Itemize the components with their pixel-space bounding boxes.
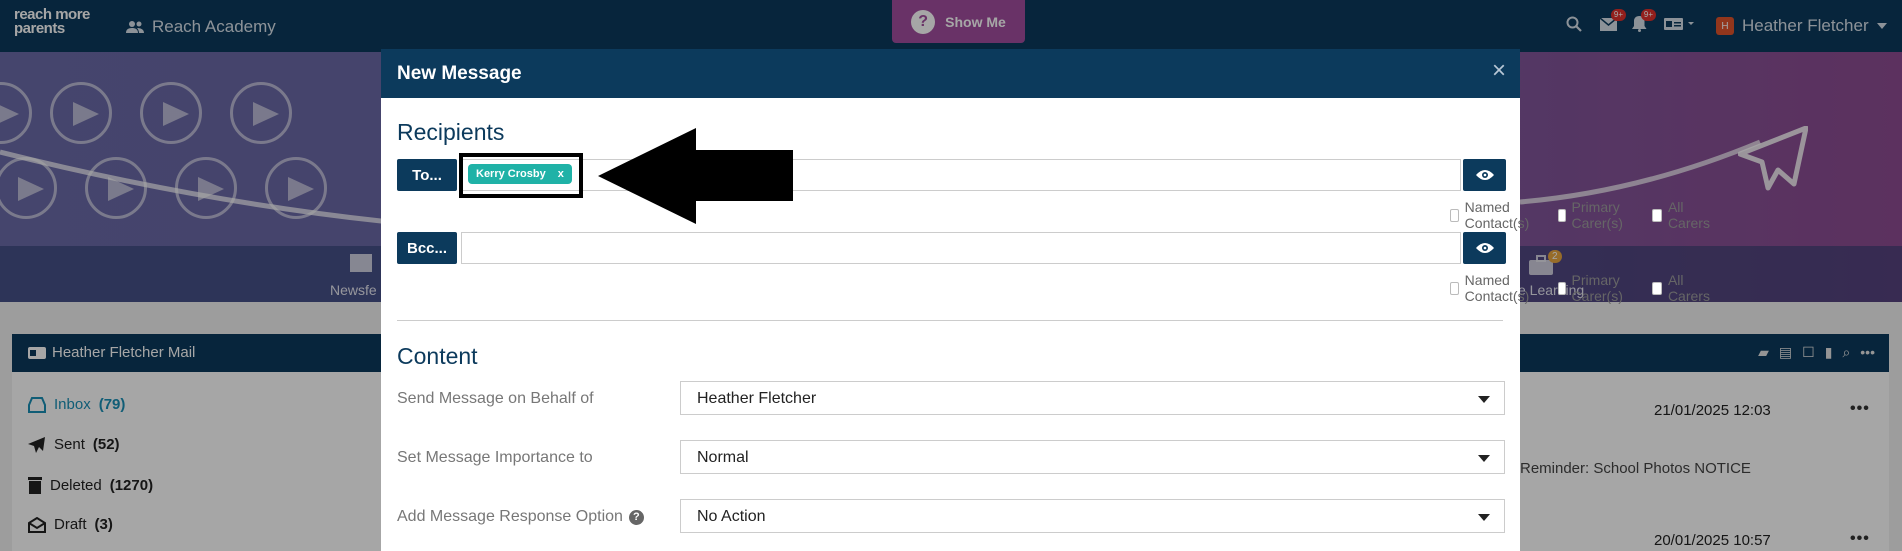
modal-title: New Message: [397, 63, 522, 84]
highlight-box: [459, 153, 583, 198]
preview-to-button[interactable]: [1463, 159, 1506, 191]
checkbox[interactable]: [1651, 208, 1662, 222]
eye-icon: [1475, 243, 1494, 253]
bcc-button[interactable]: Bcc...: [397, 232, 457, 264]
bcc-options: Named Contact(s) Primary Carer(s) All Ca…: [1450, 272, 1713, 304]
named-contacts-option[interactable]: Named Contact(s): [1450, 199, 1534, 231]
behalf-label: Send Message on Behalf of: [397, 390, 594, 407]
importance-select[interactable]: Normal: [680, 440, 1505, 474]
response-label: Add Message Response Option ?: [397, 508, 644, 526]
modal-header: New Message ×: [381, 49, 1520, 98]
eye-icon: [1475, 170, 1494, 180]
checkbox[interactable]: [1450, 281, 1459, 295]
bcc-recipients-field[interactable]: [461, 232, 1461, 264]
primary-carers-option[interactable]: Primary Carer(s): [1557, 272, 1628, 304]
behalf-value: Heather Fletcher: [697, 390, 817, 407]
checkbox-label: Named Contact(s): [1464, 199, 1530, 231]
help-icon[interactable]: ?: [628, 509, 644, 525]
all-carers-option[interactable]: All Carers: [1651, 272, 1713, 304]
section-divider: [397, 320, 1503, 321]
importance-value: Normal: [697, 449, 749, 466]
new-message-modal: New Message × Recipients To... Named Con…: [381, 49, 1710, 551]
preview-bcc-button[interactable]: [1463, 232, 1506, 264]
recipients-heading: Recipients: [397, 119, 505, 145]
content-heading: Content: [397, 343, 478, 369]
close-icon[interactable]: ×: [1492, 59, 1506, 83]
primary-carers-option[interactable]: Primary Carer(s): [1557, 199, 1628, 231]
checkbox[interactable]: [1557, 281, 1566, 295]
caret-down-icon: [1478, 514, 1490, 521]
behalf-select[interactable]: Heather Fletcher: [680, 381, 1505, 415]
checkbox[interactable]: [1450, 208, 1459, 222]
checkbox-label: All Carers: [1667, 199, 1710, 231]
named-contacts-option[interactable]: Named Contact(s): [1450, 272, 1534, 304]
caret-down-icon: [1478, 396, 1490, 403]
to-options: Named Contact(s) Primary Carer(s) All Ca…: [1450, 199, 1713, 231]
checkbox-label: Named Contact(s): [1464, 272, 1530, 304]
response-label-text: Add Message Response Option: [397, 508, 623, 525]
checkbox[interactable]: [1557, 208, 1566, 222]
response-value: No Action: [697, 508, 766, 525]
pointer-arrow-icon: [598, 128, 793, 224]
response-select[interactable]: No Action: [680, 499, 1505, 533]
checkbox-label: All Carers: [1667, 272, 1710, 304]
to-button[interactable]: To...: [397, 159, 457, 191]
all-carers-option[interactable]: All Carers: [1651, 199, 1713, 231]
caret-down-icon: [1478, 455, 1490, 462]
checkbox-label: Primary Carer(s): [1571, 199, 1623, 231]
checkbox-label: Primary Carer(s): [1571, 272, 1623, 304]
checkbox[interactable]: [1651, 281, 1662, 295]
importance-label: Set Message Importance to: [397, 449, 593, 466]
